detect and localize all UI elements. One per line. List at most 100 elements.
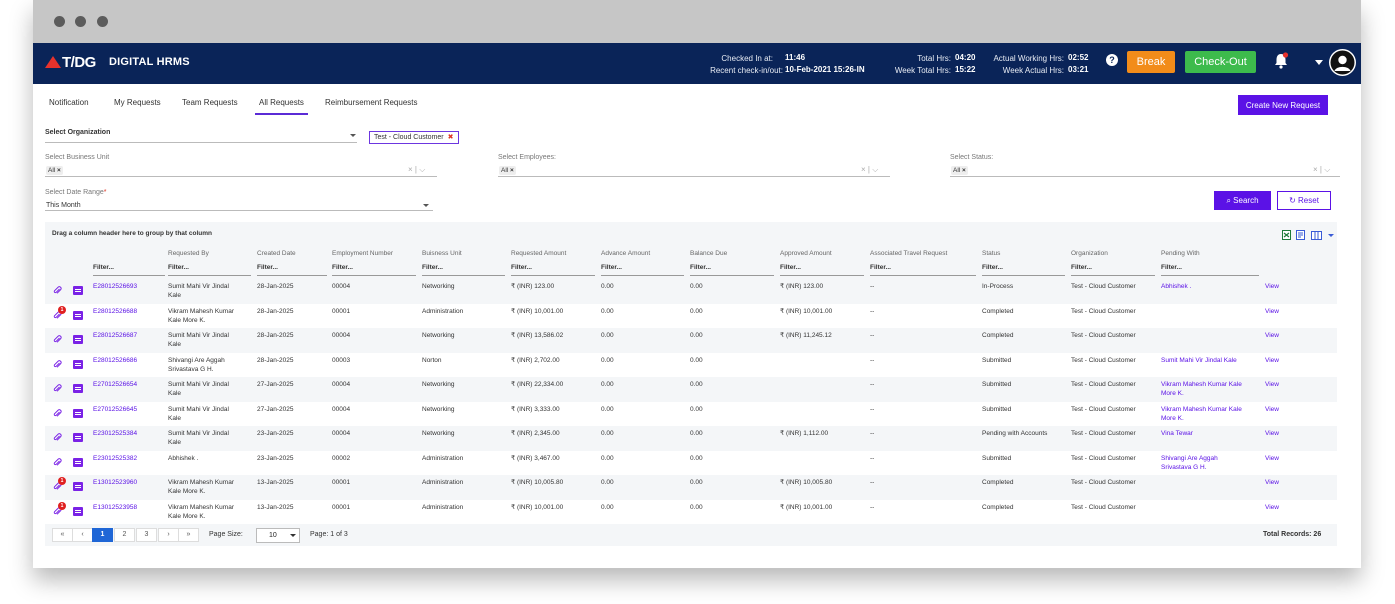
col-associated-travel[interactable]: Associated Travel Request bbox=[870, 250, 947, 257]
first-page-button[interactable]: « bbox=[52, 528, 73, 542]
pending-with-line2[interactable]: More K. bbox=[1161, 389, 1184, 398]
table-row[interactable]: 1 E13012523960 Vikram Mahesh Kumar Kale Mor… bbox=[45, 475, 1337, 499]
company-logo[interactable]: T/DG bbox=[45, 54, 96, 71]
table-row[interactable]: E28012526687 Sumit Mahi Vir Jindal Kale 28-… bbox=[45, 328, 1337, 352]
attachment-icon[interactable] bbox=[53, 384, 62, 393]
pending-with-line2[interactable]: Srivastava G H. bbox=[1161, 463, 1207, 472]
col-employment-number[interactable]: Employment Number bbox=[332, 250, 393, 257]
filter-organization[interactable]: Filter... bbox=[1071, 264, 1155, 276]
employees-chip[interactable]: All × bbox=[499, 166, 516, 175]
request-id-link[interactable]: E23012525382 bbox=[93, 454, 137, 463]
employees-select[interactable]: Select Employees: All × × | ⌵ bbox=[498, 154, 890, 177]
next-page-button[interactable]: › bbox=[158, 528, 179, 542]
request-id-link[interactable]: E28012526688 bbox=[93, 307, 137, 316]
page-1-button[interactable]: 1 bbox=[92, 528, 113, 542]
clear-icon[interactable]: × | ⌵ bbox=[1313, 165, 1330, 175]
col-balance-due[interactable]: Balance Due bbox=[690, 250, 727, 257]
status-select[interactable]: Select Status: All × × | ⌵ bbox=[950, 154, 1340, 177]
business-unit-select[interactable]: Select Business Unit All × × | ⌵ bbox=[45, 154, 437, 177]
tab-my-requests[interactable]: My Requests bbox=[114, 98, 161, 113]
comment-icon[interactable] bbox=[73, 433, 83, 442]
tab-team-requests[interactable]: Team Requests bbox=[182, 98, 238, 113]
business-unit-chip[interactable]: All × bbox=[46, 166, 63, 175]
filter-pending-with[interactable]: Filter... bbox=[1161, 264, 1259, 276]
filter-created-date[interactable]: Filter... bbox=[257, 264, 327, 276]
col-advance-amount[interactable]: Advance Amount bbox=[601, 250, 650, 257]
view-link[interactable]: View bbox=[1265, 454, 1279, 463]
clear-icon[interactable]: × | ⌵ bbox=[408, 165, 425, 175]
organization-tag[interactable]: Test - Cloud Customer ✖ bbox=[369, 131, 459, 144]
table-row[interactable]: E23012525384 Sumit Mahi Vir Jindal Kale 23-… bbox=[45, 426, 1337, 450]
status-chip[interactable]: All × bbox=[951, 166, 968, 175]
col-requested-amount[interactable]: Requested Amount bbox=[511, 250, 566, 257]
table-row[interactable]: E28012526686 Shivangi Are Aggah Srivastava… bbox=[45, 352, 1337, 377]
filter-id[interactable]: Filter... bbox=[93, 264, 165, 276]
pending-with-line1[interactable]: Shivangi Are Aggah bbox=[1161, 454, 1218, 463]
view-link[interactable]: View bbox=[1265, 307, 1279, 316]
filter-balance-due[interactable]: Filter... bbox=[690, 264, 774, 276]
filter-status[interactable]: Filter... bbox=[982, 264, 1065, 276]
help-icon[interactable]: ? bbox=[1106, 54, 1118, 66]
request-id-link[interactable]: E23012525384 bbox=[93, 429, 137, 438]
filter-advance-amount[interactable]: Filter... bbox=[601, 264, 684, 276]
col-requested-by[interactable]: Requested By bbox=[168, 250, 209, 257]
table-row[interactable]: E27012526645 Sumit Mahi Vir Jindal Kale 27-… bbox=[45, 401, 1337, 426]
pending-with-line1[interactable]: Vikram Mahesh Kumar Kale bbox=[1161, 380, 1242, 389]
reset-button[interactable]: ↻ Reset bbox=[1277, 191, 1331, 210]
tab-all-requests[interactable]: All Requests bbox=[255, 98, 308, 115]
attachment-icon[interactable] bbox=[53, 408, 62, 418]
avatar[interactable] bbox=[1329, 49, 1356, 76]
filter-requested-amount[interactable]: Filter... bbox=[511, 264, 595, 276]
window-dot-minimize[interactable] bbox=[75, 16, 86, 27]
filter-requested-by[interactable]: Filter... bbox=[168, 264, 251, 276]
clear-icon[interactable]: × | ⌵ bbox=[861, 165, 878, 175]
comment-icon[interactable] bbox=[73, 482, 83, 491]
request-id-link[interactable]: E28012526693 bbox=[93, 282, 137, 291]
view-link[interactable]: View bbox=[1265, 380, 1279, 389]
attachment-icon[interactable] bbox=[53, 335, 62, 344]
tab-notification[interactable]: Notification bbox=[49, 98, 89, 113]
view-link[interactable]: View bbox=[1265, 405, 1279, 414]
search-button[interactable]: ⌕ Search bbox=[1214, 191, 1271, 210]
col-created-date[interactable]: Created Date bbox=[257, 250, 296, 257]
date-range-select[interactable]: Select Date Range* This Month bbox=[45, 189, 433, 211]
prev-page-button[interactable]: ‹ bbox=[72, 528, 93, 542]
attachment-icon[interactable] bbox=[53, 359, 62, 369]
request-id-link[interactable]: E13012523958 bbox=[93, 503, 137, 512]
create-new-request-button[interactable]: Create New Request bbox=[1238, 95, 1328, 115]
page-3-button[interactable]: 3 bbox=[136, 528, 157, 542]
comment-icon[interactable] bbox=[73, 335, 83, 344]
col-business-unit[interactable]: Buisness Unit bbox=[422, 250, 462, 257]
attachment-icon[interactable] bbox=[53, 286, 62, 295]
filter-associated-travel[interactable]: Filter... bbox=[870, 264, 976, 276]
table-row[interactable]: E28012526693 Sumit Mahi Vir Jindal Kale 28-… bbox=[45, 279, 1337, 303]
comment-icon[interactable] bbox=[73, 506, 83, 516]
remove-tag-icon[interactable]: ✖ bbox=[448, 134, 454, 141]
table-row[interactable]: E27012526654 Sumit Mahi Vir Jindal Kale 27-… bbox=[45, 377, 1337, 401]
comment-icon[interactable] bbox=[73, 457, 83, 467]
pending-with-line1[interactable]: Sumit Mahi Vir Jindal Kale bbox=[1161, 356, 1237, 365]
pdf-export-icon[interactable] bbox=[1296, 230, 1305, 240]
last-page-button[interactable]: » bbox=[178, 528, 199, 542]
filter-employment-number[interactable]: Filter... bbox=[332, 264, 416, 276]
table-row[interactable]: 1 E13012523958 Vikram Mahesh Kumar Kale Mor… bbox=[45, 499, 1337, 524]
request-id-link[interactable]: E27012526645 bbox=[93, 405, 137, 414]
organization-select[interactable]: Select Organization bbox=[45, 129, 357, 143]
window-dot-maximize[interactable] bbox=[97, 16, 108, 27]
page-2-button[interactable]: 2 bbox=[114, 528, 135, 542]
attachment-icon[interactable] bbox=[53, 433, 62, 442]
view-link[interactable]: View bbox=[1265, 429, 1279, 438]
view-link[interactable]: View bbox=[1265, 503, 1279, 512]
table-row[interactable]: 1 E28012526688 Vikram Mahesh Kumar Kale Mor… bbox=[45, 303, 1337, 328]
view-link[interactable]: View bbox=[1265, 478, 1279, 487]
request-id-link[interactable]: E28012526686 bbox=[93, 356, 137, 365]
col-organization[interactable]: Organization bbox=[1071, 250, 1108, 257]
request-id-link[interactable]: E28012526687 bbox=[93, 331, 137, 340]
filter-approved-amount[interactable]: Filter... bbox=[780, 264, 864, 276]
view-link[interactable]: View bbox=[1265, 331, 1279, 340]
attachment-icon[interactable] bbox=[53, 457, 62, 467]
tab-reimbursement-requests[interactable]: Reimbursement Requests bbox=[325, 98, 417, 113]
pending-with-line1[interactable]: Vikram Mahesh Kumar Kale bbox=[1161, 405, 1242, 414]
comment-icon[interactable] bbox=[73, 310, 83, 320]
page-size-select[interactable]: 10 bbox=[256, 528, 300, 543]
